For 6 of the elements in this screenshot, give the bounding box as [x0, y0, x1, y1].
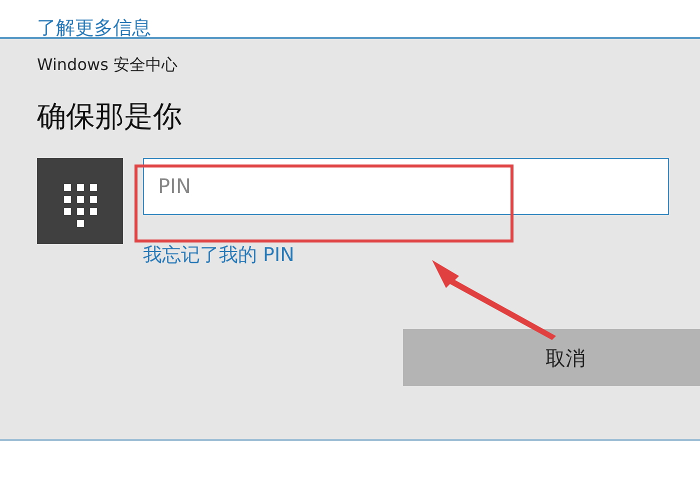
pin-input-field[interactable]: PIN	[143, 158, 669, 215]
dialog-title: Windows 安全中心	[37, 54, 179, 76]
learn-more-link[interactable]: 了解更多信息	[37, 19, 151, 37]
cancel-button[interactable]: 取消	[403, 329, 700, 386]
dialog-heading: 确保那是你	[37, 99, 183, 134]
forgot-pin-link[interactable]: 我忘记了我的 PIN	[143, 240, 669, 270]
